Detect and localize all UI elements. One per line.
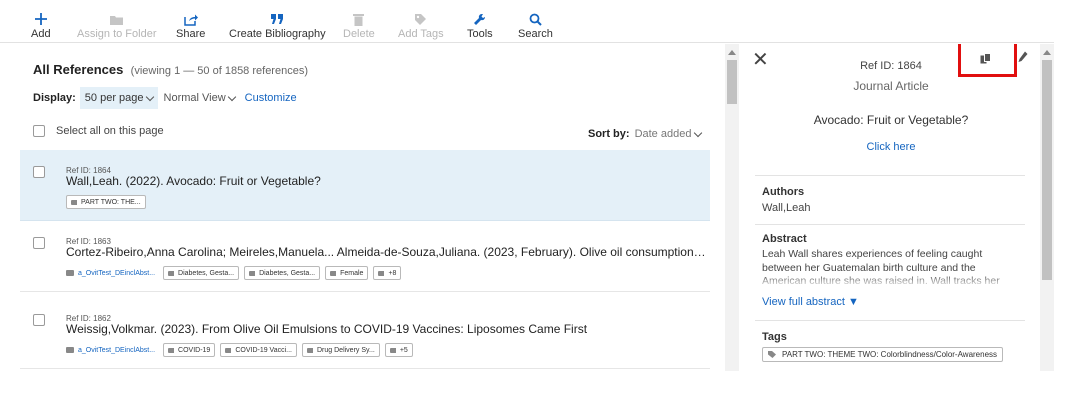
wrench-icon: [473, 10, 486, 28]
tag-icon: [330, 270, 337, 276]
tag-chip[interactable]: COVID-19: [163, 343, 216, 357]
folder-icon: [110, 10, 124, 28]
tag-icon: [168, 270, 175, 276]
search-icon: [529, 10, 542, 28]
scrollbar-thumb[interactable]: [727, 60, 737, 104]
reference-row[interactable]: Ref ID: 1863 Cortez-Ribeiro,Anna Carolin…: [20, 221, 710, 292]
chevron-down-icon: [694, 128, 703, 137]
tag-chip[interactable]: Drug Delivery Sy...: [302, 343, 380, 357]
display-label: Display:: [33, 92, 76, 104]
tags-heading: Tags: [762, 331, 787, 343]
assign-folder-button[interactable]: Assign to Folder: [77, 10, 156, 40]
tag-icon: [389, 347, 396, 353]
divider: [755, 224, 1025, 225]
scroll-up-icon[interactable]: [1043, 50, 1051, 55]
divider: [755, 175, 1025, 176]
tag-chip[interactable]: Diabetes, Gesta...: [163, 266, 240, 280]
scrollbar-thumb[interactable]: [1042, 60, 1052, 280]
folder-icon: [66, 270, 74, 276]
tag-icon: [225, 347, 232, 353]
add-button[interactable]: Add: [31, 10, 51, 40]
copy-icon[interactable]: [980, 53, 992, 65]
abstract-heading: Abstract: [762, 233, 807, 245]
detail-title: Avocado: Fruit or Vegetable?: [813, 113, 969, 127]
share-icon: [183, 10, 198, 28]
row-tags: a_OvitTest_DEinclAbst... Diabetes, Gesta…: [66, 266, 402, 280]
tag-icon: [307, 347, 313, 353]
view-full-abstract-link[interactable]: View full abstract ▼: [762, 296, 859, 308]
tag-icon: [249, 270, 256, 276]
select-all-label: Select all on this page: [56, 125, 164, 137]
tag-icon: [168, 347, 175, 353]
add-tags-button[interactable]: Add Tags: [398, 10, 444, 40]
tag-chip[interactable]: Diabetes, Gesta...: [244, 266, 321, 280]
reference-detail-panel: ✕ Ref ID: 1864 Journal Article Avocado: …: [741, 44, 1041, 371]
search-button[interactable]: Search: [518, 10, 553, 40]
citation[interactable]: Cortez-Ribeiro,Anna Carolina; Meireles,M…: [66, 245, 706, 259]
divider: [755, 320, 1025, 321]
authors-heading: Authors: [762, 186, 805, 198]
chevron-down-icon: [145, 92, 154, 101]
quote-icon: [270, 10, 284, 28]
tag-chip[interactable]: PART TWO: THE...: [66, 195, 146, 209]
trash-icon: [353, 10, 365, 28]
authors-value: Wall,Leah: [762, 202, 811, 214]
tag-icon: [71, 199, 77, 205]
list-header: All References (viewing 1 — 50 of 1858 r…: [33, 62, 308, 77]
view-mode-dropdown[interactable]: Normal View: [164, 92, 236, 104]
sort-dropdown[interactable]: Date added: [635, 128, 703, 140]
tag-icon: [414, 10, 427, 28]
page-title: All References: [33, 62, 124, 77]
more-tags-chip[interactable]: +8: [373, 266, 402, 280]
abstract-fade: [762, 274, 1017, 288]
row-tags: PART TWO: THE...: [66, 195, 146, 209]
sort-label: Sort by:: [588, 128, 630, 140]
tag-icon: [768, 351, 776, 358]
detail-type: Journal Article: [853, 79, 929, 93]
chevron-down-icon: [227, 92, 236, 101]
pencil-icon[interactable]: [1018, 51, 1028, 63]
reference-row[interactable]: Ref ID: 1864 Wall,Leah. (2022). Avocado:…: [20, 150, 710, 221]
row-checkbox[interactable]: [33, 166, 45, 178]
row-tags: a_OvitTest_DEinclAbst... COVID-19 COVID-…: [66, 343, 413, 357]
tools-button[interactable]: Tools: [467, 10, 493, 40]
detail-tag-chip[interactable]: PART TWO: THEME TWO: Colorblindness/Colo…: [762, 347, 1004, 362]
citation[interactable]: Wall,Leah. (2022). Avocado: Fruit or Veg…: [66, 174, 706, 188]
folder-icon: [66, 347, 74, 353]
detail-scrollbar[interactable]: [1040, 44, 1054, 371]
folder-link[interactable]: a_OvitTest_DEinclAbst...: [66, 347, 155, 354]
reference-list-pane: All References (viewing 1 — 50 of 1858 r…: [0, 44, 724, 400]
plus-icon: [34, 10, 48, 28]
select-all-checkbox[interactable]: [33, 125, 45, 137]
delete-button[interactable]: Delete: [343, 10, 375, 40]
click-here-link[interactable]: Click here: [741, 141, 1041, 153]
sort-control: Sort by: Date added: [588, 128, 703, 140]
scroll-up-icon[interactable]: [728, 50, 736, 55]
more-tags-chip[interactable]: +5: [384, 343, 413, 357]
row-checkbox[interactable]: [33, 237, 45, 249]
share-button[interactable]: Share: [176, 10, 205, 40]
customize-link[interactable]: Customize: [245, 92, 297, 104]
list-scrollbar[interactable]: [725, 44, 739, 371]
citation[interactable]: Weissig,Volkmar. (2023). From Olive Oil …: [66, 322, 706, 336]
row-checkbox[interactable]: [33, 314, 45, 326]
create-bibliography-button[interactable]: Create Bibliography: [229, 10, 326, 40]
tag-chip[interactable]: Female: [325, 266, 369, 280]
tag-icon: [378, 270, 385, 276]
display-options: Display: 50 per page Normal View Customi…: [33, 86, 297, 110]
viewing-count: (viewing 1 — 50 of 1858 references): [130, 65, 308, 77]
per-page-dropdown[interactable]: 50 per page: [79, 87, 158, 109]
reference-row[interactable]: Ref ID: 1862 Weissig,Volkmar. (2023). Fr…: [20, 298, 710, 369]
tag-chip[interactable]: COVID-19 Vacci...: [220, 343, 297, 357]
toolbar: Add Assign to Folder Share Create Biblio…: [0, 0, 1054, 43]
folder-link[interactable]: a_OvitTest_DEinclAbst...: [66, 270, 155, 277]
